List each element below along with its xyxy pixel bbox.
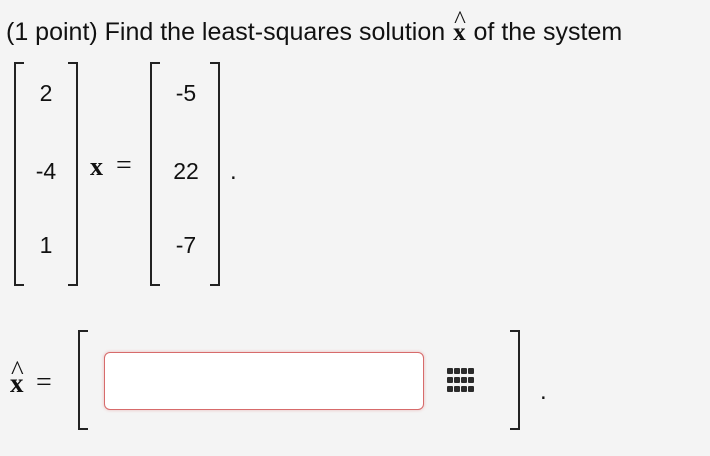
matrix-a-entry: 1 <box>39 232 53 258</box>
variable-x: x <box>90 152 103 181</box>
vector-b-entry: 22 <box>173 158 199 184</box>
problem-statement: (1 point) Find the least-squares solutio… <box>6 7 623 49</box>
answer-input[interactable] <box>104 352 424 410</box>
matrix-a-entry: -4 <box>35 158 57 184</box>
hat-accent: ^ <box>454 7 466 34</box>
system-period: . <box>230 158 237 185</box>
x-hat-symbol: ^ x <box>453 7 466 49</box>
answer-left-bracket <box>78 330 88 430</box>
answer-period: . <box>540 378 547 405</box>
keypad-grid-icon[interactable] <box>447 368 474 394</box>
system-equals-sign: = <box>116 150 132 181</box>
answer-x-hat-label: ^ x <box>10 355 24 399</box>
answer-hat-accent: ^ <box>11 355 24 385</box>
problem-prefix: (1 point) Find the least-squares solutio… <box>6 18 453 46</box>
matrix-a-entry: 2 <box>39 80 53 106</box>
answer-right-bracket <box>510 330 520 430</box>
vector-b-entry: -5 <box>175 80 197 106</box>
answer-equals-sign: = <box>36 367 52 398</box>
vector-b-entry: -7 <box>175 232 197 258</box>
problem-suffix: of the system <box>466 18 623 46</box>
